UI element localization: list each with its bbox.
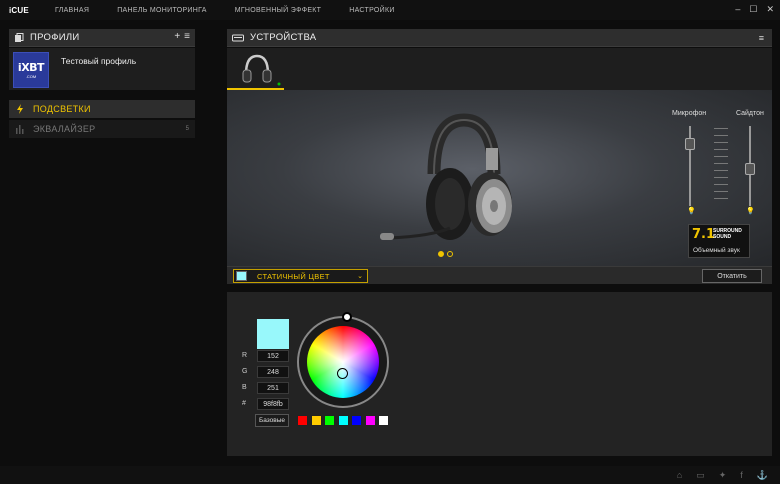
color-wheel-knob[interactable] xyxy=(337,368,348,379)
avatar: iXBT .COM xyxy=(13,52,49,88)
pager-dot[interactable] xyxy=(438,251,444,257)
profiles-menu-button[interactable]: ≡ xyxy=(184,31,190,42)
preset-swatch[interactable] xyxy=(378,415,389,426)
color-preview xyxy=(257,319,289,349)
footer: ⌂ ▭ ✦ f ⚓ xyxy=(0,466,780,484)
pager-dot[interactable] xyxy=(447,251,453,257)
window-controls: – ☐ ✕ xyxy=(735,4,774,15)
chevron-down-icon: ⌄ xyxy=(357,273,363,280)
chat-icon[interactable]: ▭ xyxy=(696,470,705,481)
equalizer-count: 5 xyxy=(185,126,189,132)
g-label: G xyxy=(242,368,248,375)
corsair-icon[interactable]: ⚓ xyxy=(757,470,768,481)
nav-instant-lighting[interactable]: МГНОВЕННЫЙ ЭФФЕКТ xyxy=(235,7,322,14)
preset-swatch[interactable] xyxy=(351,415,362,426)
surround-big: 7.1 xyxy=(692,227,716,242)
sidetone-slider-knob[interactable] xyxy=(745,163,755,176)
devices-header: УСТРОЙСТВА ≡ xyxy=(227,29,772,47)
nav-settings[interactable]: НАСТРОЙКИ xyxy=(349,7,394,14)
device-tab-headset[interactable] xyxy=(227,48,284,90)
avatar-text: iXBT xyxy=(17,61,45,74)
preset-swatch[interactable] xyxy=(310,415,322,426)
profiles-title: ПРОФИЛИ xyxy=(30,32,80,43)
app-brand: iCUE xyxy=(9,5,29,15)
effect-select[interactable]: СТАТИЧНЫЙ ЦВЕТ ⌄ xyxy=(233,269,368,283)
sidetone-light-icon: 💡 xyxy=(746,208,755,215)
mic-slider-knob[interactable] xyxy=(685,138,695,151)
keyboard-icon xyxy=(232,34,244,41)
sidebar-item-equalizer[interactable]: ЭКВАЛАЙЗЕР 5 xyxy=(9,120,195,138)
nav-dashboard[interactable]: ПАНЕЛЬ МОНИТОРИНГА xyxy=(117,7,206,14)
devices-title: УСТРОЙСТВА xyxy=(250,32,317,43)
surround-caption: Объемный звук xyxy=(693,247,740,254)
b-input[interactable]: 251 xyxy=(257,382,289,394)
device-tabs xyxy=(227,48,772,90)
level-ticks xyxy=(714,128,728,204)
preset-swatch[interactable] xyxy=(364,415,376,426)
revert-button[interactable]: Откатить xyxy=(702,269,762,283)
equalizer-icon xyxy=(16,125,24,134)
profile-card[interactable]: iXBT .COM Тестовый профиль xyxy=(9,48,195,90)
devices-menu-button[interactable]: ≡ xyxy=(759,33,764,43)
sidebar-item-label: ПОДСВЕТКИ xyxy=(33,104,91,114)
nav-home[interactable]: ГЛАВНАЯ xyxy=(55,7,89,14)
headset-image xyxy=(380,113,512,240)
surround-small: SURROUND SOUND xyxy=(713,228,742,240)
sidetone-label: Сайдтон xyxy=(736,110,764,117)
community-icon[interactable]: ⌂ xyxy=(677,470,682,481)
effect-color-swatch xyxy=(236,271,247,281)
sidebar-item-label: ЭКВАЛАЙЗЕР xyxy=(33,124,96,134)
main-nav: ГЛАВНАЯ ПАНЕЛЬ МОНИТОРИНГА МГНОВЕННЫЙ ЭФ… xyxy=(55,7,423,14)
close-button[interactable]: ✕ xyxy=(766,4,774,15)
g-input[interactable]: 248 xyxy=(257,366,289,378)
profile-name: Тестовый профиль xyxy=(61,56,137,66)
facebook-icon[interactable]: f xyxy=(740,470,743,481)
avatar-sub: .COM xyxy=(25,74,37,79)
add-profile-button[interactable]: + xyxy=(174,31,180,42)
preset-swatch[interactable] xyxy=(337,415,349,426)
profiles-icon xyxy=(15,32,24,42)
sidebar-item-lighting[interactable]: ПОДСВЕТКИ xyxy=(9,100,195,118)
hex-input[interactable]: 98f8fb xyxy=(257,398,289,410)
brightness-handle[interactable] xyxy=(342,312,352,322)
surround-toggle[interactable]: 7.1 SURROUND SOUND Объемный звук xyxy=(688,224,750,258)
device-pager xyxy=(438,251,453,257)
profiles-header: ПРОФИЛИ + ≡ xyxy=(9,29,195,47)
presets-button[interactable]: Базовые xyxy=(255,414,289,427)
r-input[interactable]: 152 xyxy=(257,350,289,362)
twitter-icon[interactable]: ✦ xyxy=(719,470,727,481)
r-label: R xyxy=(242,352,248,359)
hex-label: # xyxy=(242,400,246,407)
effect-name: СТАТИЧНЫЙ ЦВЕТ xyxy=(257,271,330,281)
minimize-button[interactable]: – xyxy=(735,4,740,15)
b-label: B xyxy=(242,384,247,391)
top-bar: iCUE ГЛАВНАЯ ПАНЕЛЬ МОНИТОРИНГА МГНОВЕНН… xyxy=(0,0,780,20)
maximize-button[interactable]: ☐ xyxy=(749,4,757,15)
lightning-icon xyxy=(17,104,23,114)
headset-thumb-icon xyxy=(242,54,281,86)
mic-light-icon: 💡 xyxy=(687,208,696,215)
preset-swatch[interactable] xyxy=(324,415,335,426)
color-wheel[interactable] xyxy=(307,326,379,398)
effect-bar: СТАТИЧНЫЙ ЦВЕТ ⌄ Откатить xyxy=(227,266,772,284)
preset-swatch[interactable] xyxy=(297,415,308,426)
mic-label: Микрофон xyxy=(672,110,707,117)
